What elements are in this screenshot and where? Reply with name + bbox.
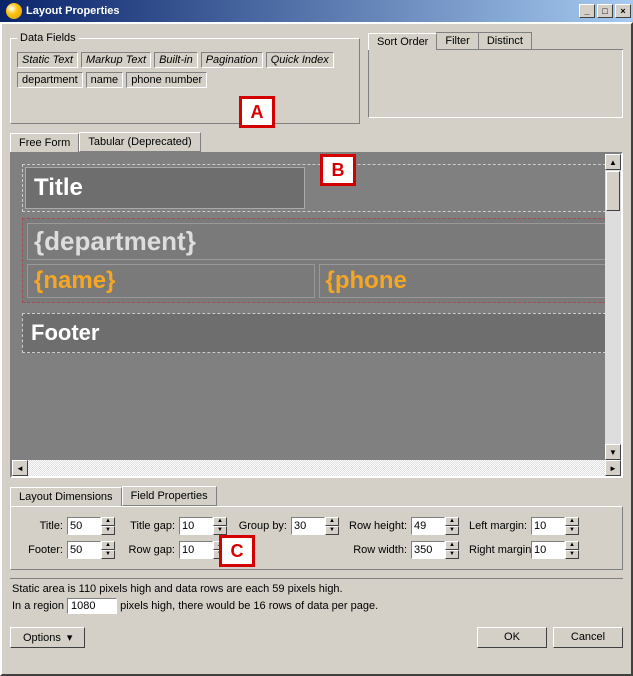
window-title: Layout Properties	[26, 5, 579, 17]
spin-down-icon[interactable]: ▼	[445, 550, 459, 559]
spin-up-icon[interactable]: ▲	[325, 517, 339, 526]
spin-up-icon[interactable]: ▲	[101, 517, 115, 526]
tab-sort-order[interactable]: Sort Order	[368, 33, 437, 50]
spin-down-icon[interactable]: ▼	[101, 550, 115, 559]
tag-department[interactable]: department	[17, 72, 83, 88]
scroll-left-icon[interactable]: ◄	[12, 460, 28, 476]
canvas-title-field[interactable]: Title	[25, 167, 305, 209]
vertical-scrollbar[interactable]: ▲ ▼	[605, 154, 621, 460]
close-button[interactable]: ×	[615, 4, 631, 18]
spin-up-icon[interactable]: ▲	[213, 517, 227, 526]
left-margin-input[interactable]	[531, 517, 565, 535]
tag-markup-text[interactable]: Markup Text	[81, 52, 151, 68]
scroll-down-icon[interactable]: ▼	[605, 444, 621, 460]
title-label: Title:	[17, 520, 67, 532]
titlebar: Layout Properties _ □ ×	[0, 0, 633, 22]
canvas-footer-field[interactable]: Footer	[22, 313, 611, 353]
row-gap-label: Row gap:	[125, 544, 179, 556]
tab-tabular[interactable]: Tabular (Deprecated)	[79, 132, 200, 152]
footer-input[interactable]	[67, 541, 101, 559]
tag-built-in[interactable]: Built-in	[154, 52, 198, 68]
tag-pagination[interactable]: Pagination	[201, 52, 263, 68]
spin-up-icon[interactable]: ▲	[445, 517, 459, 526]
canvas-phone-field[interactable]: {phone	[319, 264, 607, 298]
cancel-button[interactable]: Cancel	[553, 627, 623, 648]
callout-a: A	[239, 96, 275, 128]
footer-label: Footer:	[17, 544, 67, 556]
title-gap-label: Title gap:	[125, 520, 179, 532]
right-margin-label: Right margin:	[469, 544, 531, 556]
title-gap-input[interactable]	[179, 517, 213, 535]
layout-canvas[interactable]: Title {department} {name} {phone Footer …	[10, 152, 623, 478]
tab-free-form[interactable]: Free Form	[10, 133, 79, 153]
row-gap-input[interactable]	[179, 541, 213, 559]
tab-field-properties[interactable]: Field Properties	[122, 486, 217, 506]
window-body: Data Fields Static Text Markup Text Buil…	[0, 22, 633, 676]
sort-tabs-panel: Sort Order Filter Distinct	[368, 32, 623, 124]
minimize-button[interactable]: _	[579, 4, 595, 18]
maximize-button[interactable]: □	[597, 4, 613, 18]
static-info-line2: In a region pixels high, there would be …	[12, 598, 621, 614]
data-fields-legend: Data Fields	[17, 32, 79, 44]
callout-c: C	[219, 535, 255, 567]
row-height-label: Row height:	[349, 520, 411, 532]
data-fields-group: Data Fields Static Text Markup Text Buil…	[10, 32, 360, 124]
group-by-input[interactable]	[291, 517, 325, 535]
tag-quick-index[interactable]: Quick Index	[266, 52, 334, 68]
tag-name[interactable]: name	[86, 72, 124, 88]
spin-down-icon[interactable]: ▼	[445, 526, 459, 535]
title-input[interactable]	[67, 517, 101, 535]
right-margin-input[interactable]	[531, 541, 565, 559]
horizontal-scrollbar[interactable]: ◄ ►	[12, 460, 621, 476]
tag-static-text[interactable]: Static Text	[17, 52, 78, 68]
spin-down-icon[interactable]: ▼	[325, 526, 339, 535]
callout-b: B	[320, 154, 356, 186]
options-button[interactable]: Options▾	[10, 627, 85, 648]
row-width-input[interactable]	[411, 541, 445, 559]
region-input[interactable]	[67, 598, 117, 614]
canvas-dept-field[interactable]: {department}	[27, 223, 606, 260]
spin-up-icon[interactable]: ▲	[565, 517, 579, 526]
spin-down-icon[interactable]: ▼	[213, 526, 227, 535]
spin-down-icon[interactable]: ▼	[565, 550, 579, 559]
app-icon	[6, 3, 22, 19]
group-by-label: Group by:	[237, 520, 291, 532]
tab-distinct[interactable]: Distinct	[478, 32, 532, 49]
tag-phone-number[interactable]: phone number	[126, 72, 207, 88]
spin-up-icon[interactable]: ▲	[565, 541, 579, 550]
scroll-right-icon[interactable]: ►	[605, 460, 621, 476]
spin-down-icon[interactable]: ▼	[565, 526, 579, 535]
spin-down-icon[interactable]: ▼	[101, 526, 115, 535]
spin-up-icon[interactable]: ▲	[445, 541, 459, 550]
canvas-name-field[interactable]: {name}	[27, 264, 315, 298]
tab-filter[interactable]: Filter	[436, 32, 478, 49]
scroll-up-icon[interactable]: ▲	[605, 154, 621, 170]
left-margin-label: Left margin:	[469, 520, 531, 532]
static-info-line1: Static area is 110 pixels high and data …	[12, 583, 621, 595]
row-width-label: Row width:	[349, 544, 411, 556]
tab-layout-dimensions[interactable]: Layout Dimensions	[10, 487, 122, 507]
scroll-thumb[interactable]	[606, 171, 620, 211]
sort-tab-body	[368, 50, 623, 118]
chevron-down-icon: ▾	[67, 631, 73, 644]
row-height-input[interactable]	[411, 517, 445, 535]
spin-up-icon[interactable]: ▲	[101, 541, 115, 550]
ok-button[interactable]: OK	[477, 627, 547, 648]
